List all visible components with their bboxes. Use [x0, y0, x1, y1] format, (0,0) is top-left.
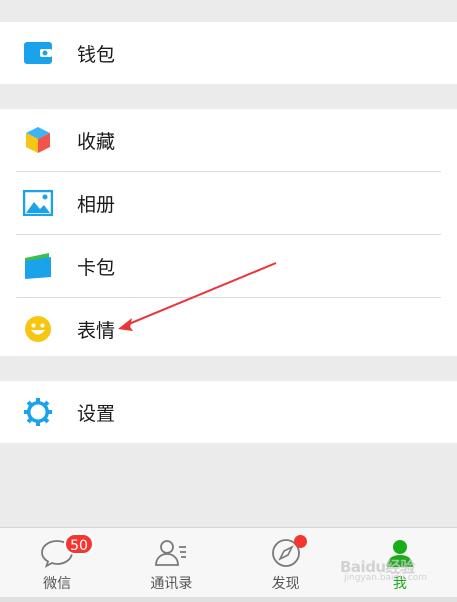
card-wallet-icon	[22, 250, 54, 282]
tab-discover[interactable]: 发现	[229, 528, 343, 597]
bottom-edge	[0, 597, 457, 602]
menu-item-wallet[interactable]: 钱包	[0, 22, 457, 84]
album-icon	[22, 187, 54, 219]
menu-item-stickers[interactable]: 表情	[0, 298, 457, 360]
tab-label: 通讯录	[150, 576, 193, 592]
menu-item-favorites[interactable]: 收藏	[0, 109, 457, 171]
smiley-icon	[22, 313, 54, 345]
menu-item-label: 钱包	[77, 43, 116, 66]
chat-bubble-icon: 50	[39, 533, 94, 569]
menu-item-label: 收藏	[77, 130, 116, 153]
tab-label: 发现	[271, 576, 300, 592]
settings-group: 设置	[0, 381, 457, 443]
tools-group: 收藏 相册 卡包 表情	[0, 109, 457, 356]
watermark-sub: jingyan.baidu.com	[344, 573, 428, 583]
favorites-cube-icon	[22, 124, 54, 156]
tab-contacts[interactable]: 通讯录	[114, 528, 228, 597]
menu-item-album[interactable]: 相册	[0, 172, 457, 234]
compass-icon	[268, 535, 307, 569]
wallet-icon	[22, 37, 54, 69]
contacts-icon	[153, 537, 189, 569]
tab-chats[interactable]: 50 微信	[0, 528, 114, 597]
menu-item-settings[interactable]: 设置	[0, 381, 457, 443]
new-indicator-dot	[293, 535, 307, 548]
menu-item-label: 相册	[77, 193, 116, 216]
wallet-group: 钱包	[0, 22, 457, 84]
menu-item-label: 表情	[77, 319, 116, 342]
unread-badge: 50	[64, 533, 94, 555]
menu-item-cards[interactable]: 卡包	[0, 235, 457, 297]
menu-item-label: 设置	[77, 402, 116, 425]
tab-label: 微信	[43, 576, 72, 592]
gear-icon	[22, 396, 54, 428]
menu-item-label: 卡包	[77, 256, 116, 279]
